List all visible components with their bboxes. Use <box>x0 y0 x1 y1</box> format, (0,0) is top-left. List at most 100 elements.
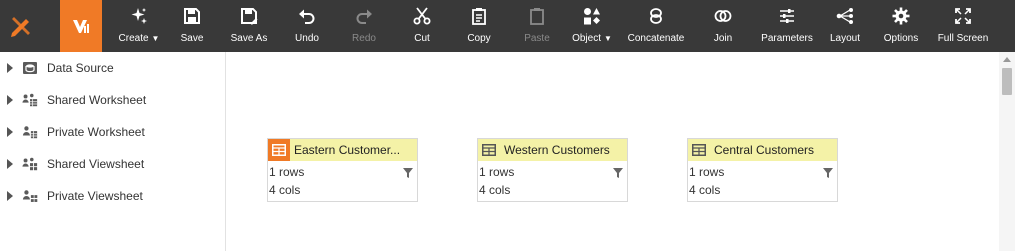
copy-button[interactable]: Copy <box>444 0 514 52</box>
shared-worksheet-icon <box>22 92 38 108</box>
database-icon <box>22 60 38 76</box>
table-assembly-header[interactable]: Central Customers <box>688 139 837 161</box>
cut-label: Cut <box>414 33 430 44</box>
tree-item-private-viewsheet[interactable]: Private Viewsheet <box>0 184 224 208</box>
scroll-up-arrow-icon[interactable] <box>1003 57 1011 62</box>
worksheet-brand-icon <box>73 20 89 33</box>
column-count: 4 cols <box>269 183 301 197</box>
full-screen-label: Full Screen <box>937 33 989 44</box>
table-assembly-eastern-customers[interactable]: Eastern Customer... 1 rows 4 cols <box>267 138 418 202</box>
worksheet-logo[interactable] <box>60 0 102 52</box>
worksheet-canvas[interactable]: Eastern Customer... 1 rows 4 cols Wester… <box>226 52 999 251</box>
shared-viewsheet-icon <box>22 156 38 172</box>
options-button[interactable]: Options <box>874 0 928 52</box>
tree-item-data-source[interactable]: Data Source <box>0 56 224 80</box>
parameters-label: Parameters <box>761 33 813 44</box>
chevron-down-icon: ▼ <box>603 34 612 43</box>
expand-arrow-icon[interactable] <box>7 95 13 105</box>
concatenate-button[interactable]: Concatenate <box>624 0 688 52</box>
expand-arrow-icon[interactable] <box>7 63 13 73</box>
copy-icon <box>472 8 486 25</box>
table-icon <box>688 139 710 161</box>
object-button[interactable]: Object ▼ <box>560 0 624 52</box>
tree-item-shared-worksheet[interactable]: Shared Worksheet <box>0 88 224 112</box>
chevron-down-icon: ▼ <box>151 34 160 43</box>
create-label: Create <box>118 33 149 44</box>
expand-arrow-icon[interactable] <box>7 191 13 201</box>
sparkle-icon <box>131 8 147 24</box>
row-count: 1 rows <box>269 165 305 179</box>
table-icon <box>268 139 290 161</box>
table-icon <box>478 139 500 161</box>
redo-button[interactable]: Redo <box>328 0 400 52</box>
row-count: 1 rows <box>689 165 725 179</box>
repository-tree: Data Source Shared Worksheet Private Wor… <box>0 52 226 251</box>
layout-button[interactable]: Layout <box>816 0 874 52</box>
sliders-icon <box>780 9 794 23</box>
tree-item-label: Shared Viewsheet <box>47 157 145 171</box>
private-worksheet-icon <box>22 124 38 140</box>
tree-item-private-worksheet[interactable]: Private Worksheet <box>0 120 224 144</box>
filter-icon[interactable] <box>823 167 833 181</box>
table-assembly-body: 1 rows 4 cols <box>268 161 417 201</box>
paste-label: Paste <box>524 33 550 44</box>
layout-label: Layout <box>829 33 861 44</box>
tree-item-label: Private Viewsheet <box>47 189 143 203</box>
expand-arrow-icon[interactable] <box>7 127 13 137</box>
join-label: Join <box>713 33 733 44</box>
tree-item-label: Private Worksheet <box>47 125 145 139</box>
gear-icon <box>892 7 910 25</box>
table-assembly-title: Eastern Customer... <box>294 143 401 157</box>
options-label: Options <box>883 33 919 44</box>
vertical-scrollbar[interactable] <box>999 52 1015 251</box>
tree-item-shared-viewsheet[interactable]: Shared Viewsheet <box>0 152 224 176</box>
table-assembly-header[interactable]: Eastern Customer... <box>268 139 417 161</box>
tree-item-label: Data Source <box>47 61 114 75</box>
cut-button[interactable]: Cut <box>400 0 444 52</box>
tree-item-label: Shared Worksheet <box>47 93 147 107</box>
undo-button[interactable]: Undo <box>286 0 328 52</box>
fullscreen-icon <box>955 8 971 24</box>
filter-icon[interactable] <box>613 167 623 181</box>
create-button[interactable]: Create ▼ <box>106 0 172 52</box>
join-icon <box>714 10 732 22</box>
table-assembly-header[interactable]: Western Customers <box>478 139 627 161</box>
save-as-button[interactable]: Save As <box>212 0 286 52</box>
undo-label: Undo <box>295 33 319 44</box>
save-as-icon <box>241 8 258 25</box>
row-count: 1 rows <box>479 165 515 179</box>
concatenate-label: Concatenate <box>627 33 685 44</box>
app-logo[interactable] <box>0 0 42 52</box>
table-assembly-western-customers[interactable]: Western Customers 1 rows 4 cols <box>477 138 628 202</box>
save-icon <box>184 8 200 24</box>
redo-label: Redo <box>352 33 376 44</box>
table-assembly-body: 1 rows 4 cols <box>688 161 837 201</box>
toolbar: Create ▼ Save Save As Undo Redo Cut Copy… <box>0 0 1015 52</box>
full-screen-button[interactable]: Full Screen <box>928 0 998 52</box>
scrollbar-thumb[interactable] <box>1002 68 1012 95</box>
copy-label: Copy <box>467 33 491 44</box>
object-label: Object <box>572 33 601 44</box>
save-button[interactable]: Save <box>172 0 212 52</box>
private-viewsheet-icon <box>22 188 38 204</box>
join-button[interactable]: Join <box>688 0 758 52</box>
column-count: 4 cols <box>689 183 721 197</box>
table-assembly-body: 1 rows 4 cols <box>478 161 627 201</box>
undo-icon <box>299 9 315 24</box>
expand-arrow-icon[interactable] <box>7 159 13 169</box>
clipboard-icon <box>530 8 544 25</box>
paste-button[interactable]: Paste <box>514 0 560 52</box>
column-count: 4 cols <box>479 183 511 197</box>
layout-tree-icon <box>836 8 853 24</box>
redo-icon <box>356 9 372 24</box>
scissors-icon <box>413 7 431 25</box>
save-label: Save <box>180 33 204 44</box>
parameters-button[interactable]: Parameters <box>758 0 816 52</box>
table-assembly-central-customers[interactable]: Central Customers 1 rows 4 cols <box>687 138 838 202</box>
pencil-ruler-logo-icon <box>11 17 30 37</box>
concatenate-icon <box>650 8 662 24</box>
filter-icon[interactable] <box>403 167 413 181</box>
table-assembly-title: Central Customers <box>714 143 815 157</box>
table-assembly-title: Western Customers <box>504 143 610 157</box>
save-as-label: Save As <box>230 33 268 44</box>
